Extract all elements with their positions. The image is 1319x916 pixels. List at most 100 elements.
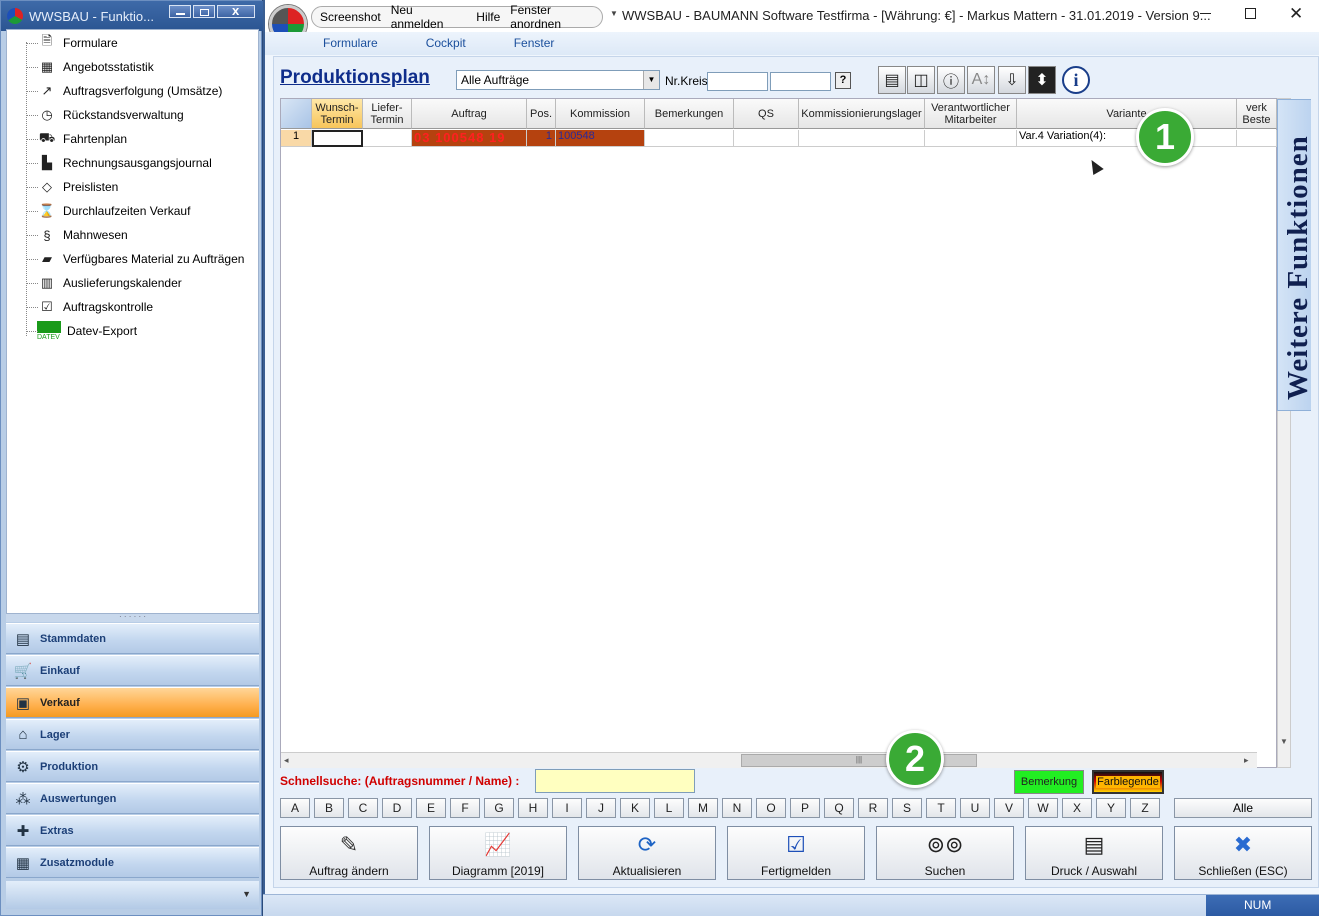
- auftrag-ändern-button[interactable]: ✎ Auftrag ändern: [280, 826, 418, 880]
- nav-extras[interactable]: ✚ Extras: [6, 815, 259, 846]
- letter-filter-e[interactable]: E: [416, 798, 446, 818]
- letter-filter-y[interactable]: Y: [1096, 798, 1126, 818]
- menu-fenster[interactable]: Fenster: [514, 32, 555, 55]
- table-cell-verk[interactable]: [1237, 130, 1277, 147]
- menu-formulare[interactable]: Formulare: [323, 32, 378, 55]
- header-variante[interactable]: Variante: [1017, 99, 1237, 129]
- tree-item[interactable]: ▥ Auslieferungskalender: [37, 272, 182, 294]
- letter-filter-c[interactable]: C: [348, 798, 378, 818]
- tree-item[interactable]: ⌛ Durchlaufzeiten Verkauf: [37, 200, 191, 222]
- header-bemerkungen[interactable]: Bemerkungen: [645, 99, 734, 129]
- print-icon[interactable]: ▤: [878, 66, 906, 94]
- info-doc-icon[interactable]: ⓘ: [937, 66, 965, 94]
- scroll-right-icon[interactable]: ▸: [1244, 755, 1249, 766]
- header-verantwortlicher-mitarbeiter[interactable]: Verantwortlicher Mitarbeiter: [925, 99, 1017, 129]
- header-verk-beste[interactable]: verk Beste: [1237, 99, 1277, 129]
- nav-auswertungen[interactable]: ⁂ Auswertungen: [6, 783, 259, 814]
- header-auftrag[interactable]: Auftrag: [412, 99, 527, 129]
- nav-produktion[interactable]: ⚙ Produktion: [6, 751, 259, 782]
- nrkreis-to-input[interactable]: [770, 72, 831, 91]
- tree-item[interactable]: ◷ Rückstandsverwaltung: [37, 104, 183, 126]
- preview-icon[interactable]: ◫: [907, 66, 935, 94]
- tree-item[interactable]: § Mahnwesen: [37, 224, 127, 246]
- tree-item[interactable]: 🗎 Formulare: [37, 32, 118, 54]
- tree-item[interactable]: ◇ Preislisten: [37, 176, 118, 198]
- diagramm-2019-button[interactable]: 📈 Diagramm [2019]: [429, 826, 567, 880]
- splitter-grip[interactable]: · · · · · ·: [6, 613, 259, 622]
- letter-filter-u[interactable]: U: [960, 798, 990, 818]
- nav-verkauf[interactable]: ▣ Verkauf: [6, 687, 259, 718]
- druck-auswahl-button[interactable]: ▤ Druck / Auswahl: [1025, 826, 1163, 880]
- table-cell-kommission[interactable]: 100548: [556, 130, 645, 147]
- scroll-down-icon[interactable]: ▼: [1280, 737, 1288, 746]
- letter-filter-x[interactable]: X: [1062, 798, 1092, 818]
- letter-filter-g[interactable]: G: [484, 798, 514, 818]
- letter-filter-s[interactable]: S: [892, 798, 922, 818]
- sort-down-icon[interactable]: ⇩: [998, 66, 1026, 94]
- tree-item[interactable]: ▦ Angebotsstatistik: [37, 56, 154, 78]
- minimize-button[interactable]: [169, 5, 191, 18]
- letter-filter-w[interactable]: W: [1028, 798, 1058, 818]
- sort-alpha-icon[interactable]: A↕: [967, 66, 995, 94]
- nav-lager[interactable]: ⌂ Lager: [6, 719, 259, 750]
- letter-filter-z[interactable]: Z: [1130, 798, 1160, 818]
- table-cell-lager[interactable]: [799, 130, 925, 147]
- letter-filter-d[interactable]: D: [382, 798, 412, 818]
- scroll-left-icon[interactable]: ◂: [284, 755, 289, 766]
- header-pos[interactable]: Pos.: [527, 99, 556, 129]
- filter-select[interactable]: Alle Aufträge ▼: [456, 70, 660, 90]
- schließen-esc-button[interactable]: ✖ Schließen (ESC): [1174, 826, 1312, 880]
- dropdown-arrow-icon[interactable]: ▼: [610, 9, 618, 18]
- neu-anmelden-button[interactable]: Neu anmelden: [391, 3, 467, 31]
- letter-filter-m[interactable]: M: [688, 798, 718, 818]
- table-cell-auftrag[interactable]: 03 100548 19: [412, 130, 527, 147]
- letter-filter-k[interactable]: K: [620, 798, 650, 818]
- letter-filter-o[interactable]: O: [756, 798, 786, 818]
- chevron-down-icon[interactable]: ▼: [643, 71, 659, 89]
- expand-collapse-icon[interactable]: ⬍: [1028, 66, 1056, 94]
- table-cell-liefer[interactable]: [363, 130, 412, 147]
- table-cell-pos[interactable]: 1: [527, 130, 556, 147]
- table-cell-bemerkungen[interactable]: [645, 130, 734, 147]
- letter-filter-q[interactable]: Q: [824, 798, 854, 818]
- letter-filter-t[interactable]: T: [926, 798, 956, 818]
- letter-filter-a[interactable]: A: [280, 798, 310, 818]
- letter-filter-n[interactable]: N: [722, 798, 752, 818]
- nav-einkauf[interactable]: 🛒 Einkauf: [6, 655, 259, 686]
- minimize-icon[interactable]: [1200, 13, 1211, 14]
- table-cell-wunsch[interactable]: [312, 130, 363, 147]
- header-kommissionierungslager[interactable]: Kommissionierungslager: [799, 99, 925, 129]
- letter-filter-p[interactable]: P: [790, 798, 820, 818]
- menu-cockpit[interactable]: Cockpit: [426, 32, 466, 55]
- letter-filter-v[interactable]: V: [994, 798, 1024, 818]
- header-wunsch-termin[interactable]: Wunsch- Termin: [312, 99, 363, 129]
- tree-item[interactable]: ⛟ Fahrtenplan: [37, 128, 127, 150]
- tree-item[interactable]: ↗ Auftragsverfolgung (Umsätze): [37, 80, 223, 102]
- table-cell-variante[interactable]: Var.4 Variation(4):: [1017, 130, 1237, 147]
- letter-filter-l[interactable]: L: [654, 798, 684, 818]
- nav-stammdaten[interactable]: ▤ Stammdaten: [6, 623, 259, 654]
- letter-filter-j[interactable]: J: [586, 798, 616, 818]
- horizontal-scrollbar[interactable]: ◂ ||| ▸: [281, 752, 1257, 768]
- chevron-down-icon[interactable]: ▼: [242, 889, 251, 899]
- bemerkung-button[interactable]: Bemerkung: [1014, 770, 1084, 794]
- table-cell-mitarbeiter[interactable]: [925, 130, 1017, 147]
- letter-filter-f[interactable]: F: [450, 798, 480, 818]
- nav-footer[interactable]: ▼: [6, 881, 259, 909]
- header-corner[interactable]: [281, 99, 312, 129]
- fenster-anordnen-button[interactable]: Fenster anordnen: [510, 3, 602, 31]
- close-window-button[interactable]: x: [217, 3, 255, 18]
- help-button[interactable]: ?: [835, 72, 851, 89]
- table-cell-qs[interactable]: [734, 130, 799, 147]
- fertigmelden-button[interactable]: ☑ Fertigmelden: [727, 826, 865, 880]
- letter-filter-r[interactable]: R: [858, 798, 888, 818]
- letter-filter-b[interactable]: B: [314, 798, 344, 818]
- info-icon[interactable]: i: [1062, 66, 1090, 94]
- tree-item[interactable]: ▙ Rechnungsausgangsjournal: [37, 152, 212, 174]
- header-kommission[interactable]: Kommission: [556, 99, 645, 129]
- suchen-button[interactable]: ⊚⊚ Suchen: [876, 826, 1014, 880]
- maximize-button[interactable]: [193, 5, 215, 18]
- tree-item[interactable]: DATEV Datev-Export: [37, 320, 137, 342]
- farblegende-button[interactable]: Farblegende: [1092, 770, 1164, 794]
- header-liefer-termin[interactable]: Liefer- Termin: [363, 99, 412, 129]
